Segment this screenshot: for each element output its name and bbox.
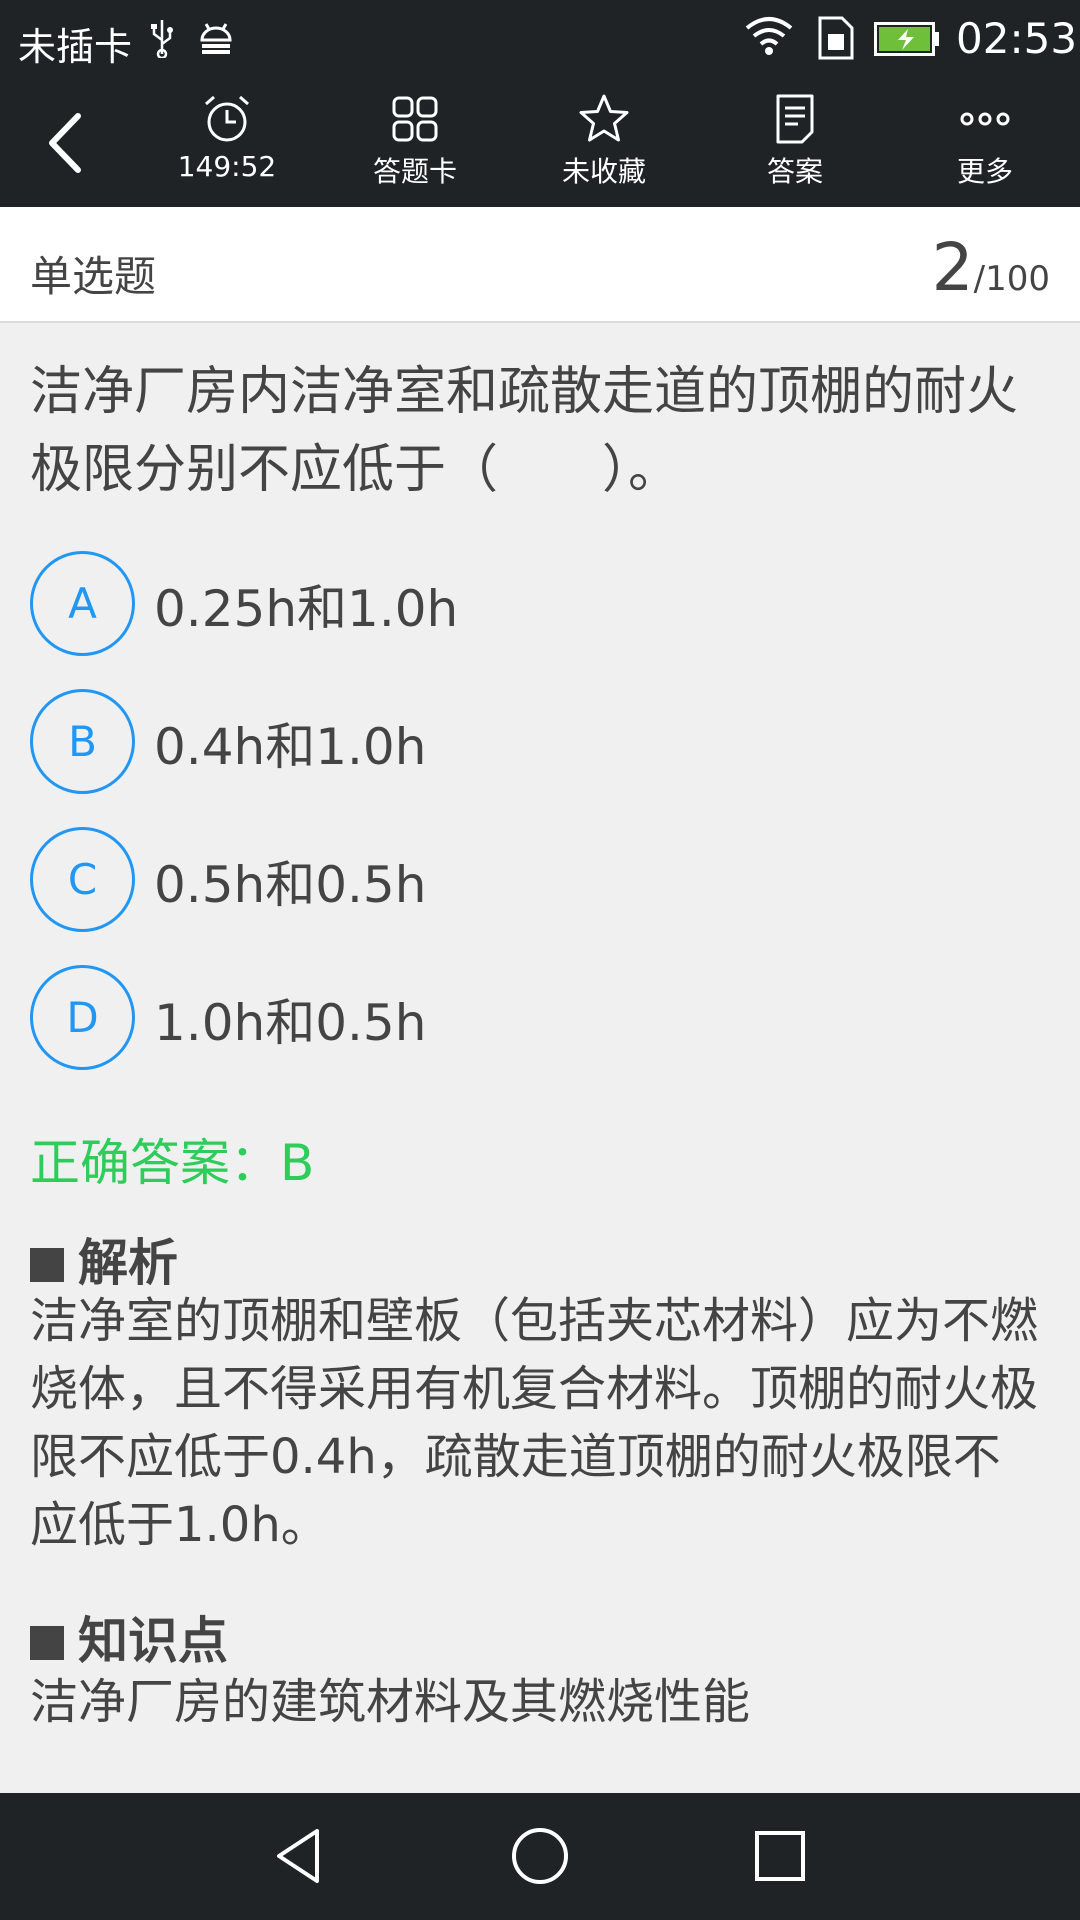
question-header: 单选题 2/100: [0, 207, 1080, 323]
option-c[interactable]: C 0.5h和0.5h: [30, 827, 1030, 932]
usb-icon: [151, 20, 173, 58]
more-label: 更多: [956, 155, 1013, 188]
knowledge-text: 洁净厂房的建筑材料及其燃烧性能: [30, 1674, 751, 1730]
nav-back-icon[interactable]: [265, 1821, 335, 1891]
exam-toolbar: 149:52 答题卡 未收藏 答案 更多: [0, 80, 1080, 207]
nav-home-icon[interactable]: [505, 1821, 575, 1891]
question-text: 洁净厂房内洁净室和疏散走道的顶棚的耐火极限分别不应低于（ ）。: [30, 362, 1019, 500]
more-dots-icon: [960, 112, 1010, 126]
knowledge-heading: 知识点: [30, 1601, 228, 1673]
analysis-heading: 解析: [30, 1223, 178, 1295]
answer-label: 答案: [766, 155, 823, 188]
android-debug-icon: [200, 23, 232, 54]
favorite-label: 未收藏: [561, 155, 646, 188]
timer-button[interactable]: 149:52: [147, 92, 307, 202]
square-bullet-icon: [30, 1626, 64, 1660]
total-questions: /100: [973, 259, 1050, 299]
answer-sheet-label: 答题卡: [372, 155, 457, 188]
star-outline-icon: [579, 94, 629, 142]
answer-button[interactable]: 答案: [715, 92, 875, 202]
current-question-number: 2: [931, 229, 974, 306]
system-navigation-bar: [0, 1793, 1080, 1920]
analysis-title: 解析: [78, 1234, 178, 1292]
document-icon: [776, 94, 814, 144]
battery-charging-icon: [874, 22, 939, 56]
question-content[interactable]: 洁净厂房内洁净室和疏散走道的顶棚的耐火极限分别不应低于（ ）。 A 0.25h和…: [0, 323, 1080, 1793]
wifi-icon: [745, 17, 793, 55]
carrier-text: 未插卡: [18, 25, 133, 69]
option-text: 0.4h和1.0h: [154, 718, 427, 776]
option-letter: D: [30, 965, 135, 1070]
option-text: 1.0h和0.5h: [154, 994, 427, 1052]
square-bullet-icon: [30, 1248, 64, 1282]
option-d[interactable]: D 1.0h和0.5h: [30, 965, 1030, 1070]
clock-text: 02:53: [956, 14, 1078, 63]
status-bar: 未插卡 02:53: [0, 0, 1080, 80]
nav-recents-icon[interactable]: [745, 1821, 815, 1891]
more-button[interactable]: 更多: [905, 92, 1065, 202]
alarm-clock-icon: [205, 95, 249, 142]
knowledge-title: 知识点: [78, 1612, 228, 1670]
option-text: 0.5h和0.5h: [154, 856, 427, 914]
timer-label: 149:52: [177, 150, 277, 183]
option-letter: B: [30, 689, 135, 794]
question-progress: 2/100: [932, 229, 1050, 306]
option-a[interactable]: A 0.25h和1.0h: [30, 551, 1030, 656]
grid-icon: [392, 96, 438, 142]
answer-sheet-button[interactable]: 答题卡: [335, 92, 495, 202]
chevron-left-icon[interactable]: [40, 108, 90, 178]
analysis-text: 洁净室的顶棚和壁板（包括夹芯材料）应为不燃烧体，且不得采用有机复合材料。顶棚的耐…: [30, 1293, 1039, 1553]
correct-answer: 正确答案：B: [30, 1134, 315, 1192]
option-b[interactable]: B 0.4h和1.0h: [30, 689, 1030, 794]
option-text: 0.25h和1.0h: [154, 580, 459, 638]
question-type: 单选题: [30, 252, 157, 301]
option-letter: A: [30, 551, 135, 656]
option-letter: C: [30, 827, 135, 932]
sim-icon: [818, 16, 854, 60]
favorite-button[interactable]: 未收藏: [524, 92, 684, 202]
